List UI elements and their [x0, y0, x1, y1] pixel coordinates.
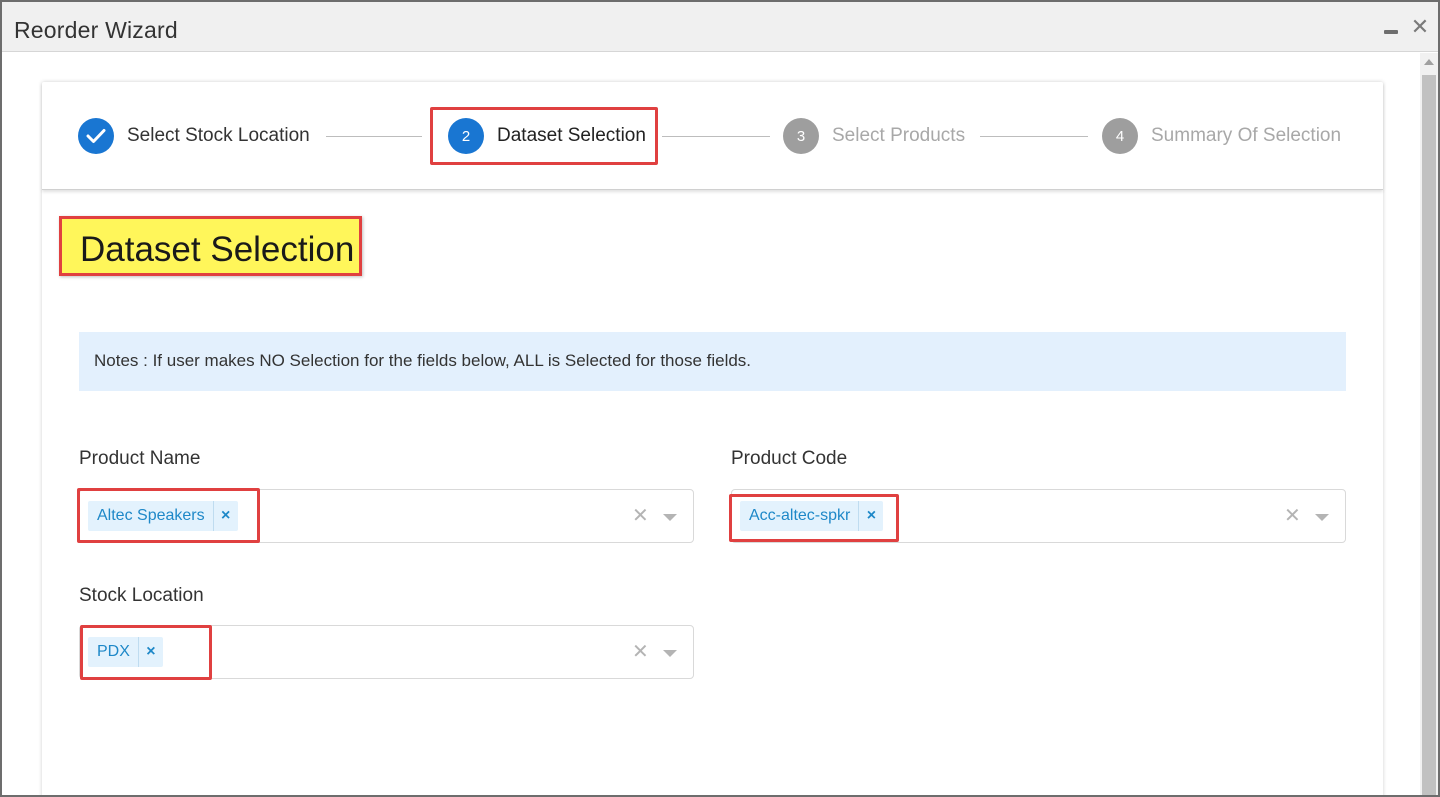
- step-label: Select Products: [832, 125, 966, 146]
- product-code-label: Product Code: [731, 448, 848, 469]
- wizard-card: Select Stock Location 2 Dataset Selectio…: [42, 82, 1383, 795]
- page-title-text: Dataset Selection: [80, 230, 355, 269]
- clear-icon[interactable]: ✕: [632, 505, 649, 527]
- page-title: Dataset Selection: [59, 216, 362, 276]
- step-select-products[interactable]: 3 Select Products: [783, 118, 965, 154]
- scrollbar-thumb[interactable]: [1422, 75, 1436, 795]
- minimize-button[interactable]: [1380, 16, 1402, 38]
- notes-banner: Notes : If user makes NO Selection for t…: [79, 332, 1346, 391]
- annotation-highlight: [77, 488, 260, 543]
- step-select-stock-location[interactable]: Select Stock Location: [78, 118, 310, 154]
- title-bar: Reorder Wizard ✕: [2, 2, 1438, 52]
- annotation-highlight: [430, 107, 658, 165]
- window-title: Reorder Wizard: [14, 17, 178, 43]
- clear-icon[interactable]: ✕: [632, 641, 649, 663]
- notes-text: Notes : If user makes NO Selection for t…: [94, 351, 752, 370]
- vertical-scrollbar[interactable]: [1420, 53, 1438, 795]
- scroll-up-arrow-icon[interactable]: [1424, 59, 1434, 65]
- check-icon: [78, 118, 114, 154]
- chevron-down-icon[interactable]: [1315, 514, 1329, 521]
- reorder-wizard-window: Reorder Wizard ✕ Select Stock Location 2…: [0, 0, 1440, 797]
- step-label: Select Stock Location: [127, 125, 310, 146]
- step-connector: [662, 136, 770, 137]
- step-connector: [326, 136, 422, 137]
- chevron-down-icon[interactable]: [663, 514, 677, 521]
- step-number: 3: [783, 118, 819, 154]
- annotation-highlight: [729, 494, 899, 542]
- step-connector: [980, 136, 1088, 137]
- step-label: Summary Of Selection: [1151, 125, 1342, 146]
- chevron-down-icon[interactable]: [663, 650, 677, 657]
- wizard-stepper: Select Stock Location 2 Dataset Selectio…: [42, 82, 1383, 190]
- minimize-icon: [1384, 30, 1398, 34]
- step-summary-of-selection[interactable]: 4 Summary Of Selection: [1102, 118, 1341, 154]
- clear-icon[interactable]: ✕: [1284, 505, 1301, 527]
- annotation-highlight: [80, 625, 212, 680]
- product-name-label: Product Name: [79, 448, 201, 469]
- step-number: 4: [1102, 118, 1138, 154]
- stock-location-label: Stock Location: [79, 585, 204, 606]
- close-icon[interactable]: ✕: [1409, 16, 1431, 38]
